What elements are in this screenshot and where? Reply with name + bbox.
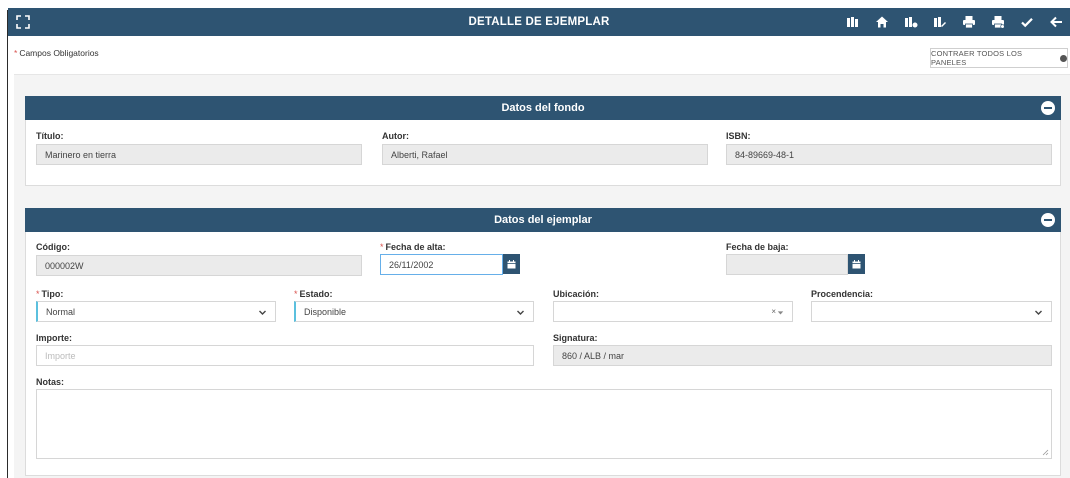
chevron-down-icon (259, 310, 266, 315)
required-note-text: Campos Obligatorios (19, 48, 99, 58)
isbn-field: 84-89669-48-1 (726, 144, 1052, 165)
books-settings-icon[interactable] (896, 8, 925, 36)
required-asterisk: * (36, 289, 40, 299)
notas-textarea[interactable] (36, 389, 1052, 459)
estado-label: * Estado: (294, 289, 333, 299)
tipo-label: * Tipo: (36, 289, 63, 299)
caret-down-icon (777, 311, 784, 315)
fecha-alta-label-text: Fecha de alta: (385, 242, 446, 252)
top-bar: DETALLE DE EJEMPLAR (8, 8, 1070, 36)
panel-header-ejemplar: Datos del ejemplar (25, 208, 1061, 232)
tipo-label-text: Tipo: (41, 289, 64, 299)
codigo-field: 000002W (36, 255, 362, 276)
ubicacion-label: Ubicación: (553, 289, 600, 299)
collapse-panel-ejemplar-icon[interactable] (1041, 213, 1055, 227)
fecha-baja-calendar-button[interactable] (848, 254, 865, 274)
chevron-down-icon (517, 310, 524, 315)
panel-datos-fondo: Datos del fondo Título: Marinero en tier… (25, 96, 1061, 186)
panel-title-fondo: Datos del fondo (501, 102, 585, 114)
notas-label: Notas: (36, 377, 65, 387)
importe-label: Importe: (36, 333, 72, 343)
toolbar (838, 8, 1070, 36)
importe-input[interactable]: Importe (36, 345, 534, 366)
books-icon[interactable] (838, 8, 867, 36)
chevron-down-icon (1035, 310, 1042, 315)
signatura-field: 860 / ALB / mar (553, 345, 1052, 366)
autor-label: Autor: (382, 131, 409, 141)
books-edit-icon[interactable] (925, 8, 954, 36)
codigo-label: Código: (36, 242, 70, 252)
back-arrow-icon[interactable] (1041, 8, 1070, 36)
collapse-all-panels-button[interactable]: CONTRAER TODOS LOS PANELES (930, 48, 1068, 68)
window-frame-edge (7, 10, 8, 478)
clear-icon[interactable]: × (771, 307, 776, 316)
estado-select[interactable]: Disponible (294, 301, 534, 322)
collapse-all-label: CONTRAER TODOS LOS PANELES (931, 49, 1023, 67)
titulo-field: Marinero en tierra (36, 144, 362, 165)
required-fields-note: * Campos Obligatorios (14, 48, 99, 58)
home-icon[interactable] (867, 8, 896, 36)
tipo-select[interactable]: Normal (36, 301, 276, 322)
signatura-label: Signatura: (553, 333, 598, 343)
fecha-baja-label: Fecha de baja: (726, 242, 789, 252)
fecha-baja-input[interactable] (726, 254, 848, 275)
calendar-icon (852, 259, 861, 268)
estado-label-text: Estado: (299, 289, 333, 299)
tipo-select-value: Normal (46, 307, 76, 317)
panel-datos-ejemplar: Datos del ejemplar Código: 000002W * Fech… (25, 208, 1061, 476)
required-asterisk: * (294, 289, 298, 299)
panel-header-fondo: Datos del fondo (25, 96, 1061, 120)
panel-title-ejemplar: Datos del ejemplar (494, 214, 592, 226)
estado-select-value: Disponible (304, 307, 347, 317)
print-settings-icon[interactable] (983, 8, 1012, 36)
ubicacion-select[interactable]: × (553, 301, 793, 322)
procedencia-select[interactable] (811, 301, 1052, 322)
collapse-panel-fondo-icon[interactable] (1041, 101, 1055, 115)
resize-grip-icon[interactable] (1041, 448, 1049, 456)
print-icon[interactable] (954, 8, 983, 36)
required-asterisk: * (14, 48, 18, 58)
isbn-label: ISBN: (726, 131, 751, 141)
titulo-label: Título: (36, 131, 64, 141)
autor-field: Alberti, Rafael (382, 144, 708, 165)
procedencia-label: Procendencia: (811, 289, 874, 299)
calendar-icon (507, 259, 516, 268)
check-icon[interactable] (1012, 8, 1041, 36)
fecha-alta-input[interactable]: 26/11/2002 (380, 254, 503, 275)
fecha-alta-label: * Fecha de alta: (380, 242, 446, 252)
required-asterisk: * (380, 242, 384, 252)
fecha-alta-calendar-button[interactable] (503, 254, 520, 274)
collapse-circle-icon (1060, 54, 1067, 62)
